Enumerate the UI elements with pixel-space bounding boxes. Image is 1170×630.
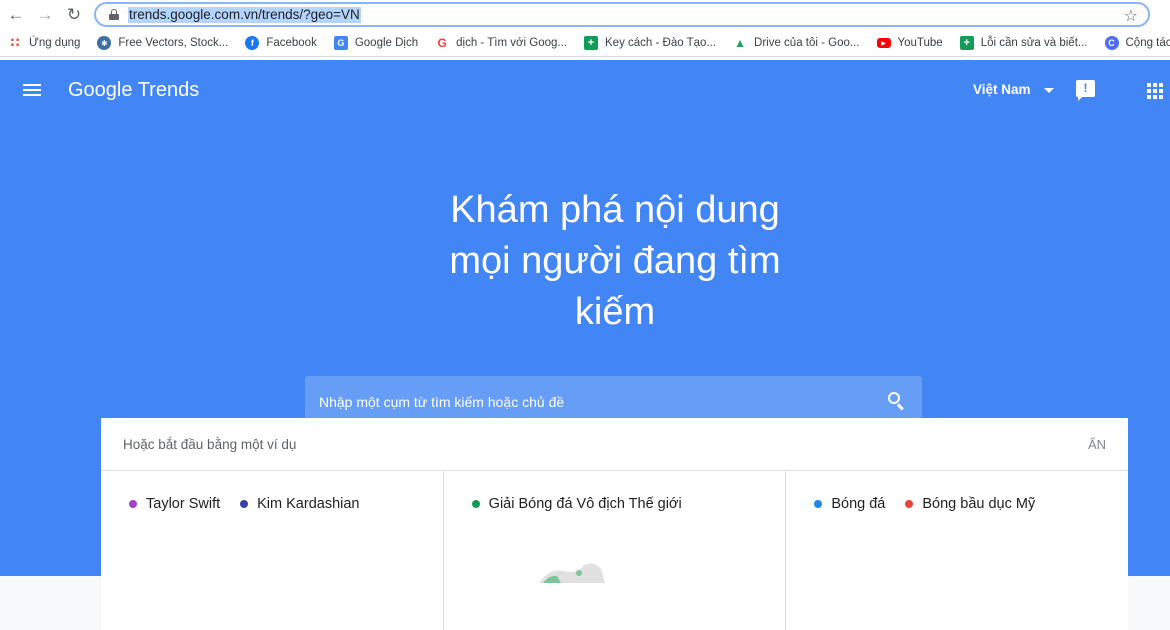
drive-icon: ▲ <box>734 36 746 50</box>
examples-panel: Hoặc bắt đầu bằng một ví dụ ẨN Taylor Sw… <box>101 418 1128 630</box>
bookmark-label: Free Vectors, Stock... <box>118 37 229 49</box>
bookmark-star-icon[interactable]: ☆ <box>1124 6 1138 26</box>
reload-icon[interactable]: ↻ <box>62 3 86 27</box>
bookmark-label: Cộng tác & tạo th <box>1125 37 1170 49</box>
google-translate-icon: G <box>333 36 348 50</box>
example-term-label: Bóng bầu dục Mỹ <box>922 496 1036 512</box>
browser-toolbar: ← → ↻ trends.google.com.vn/trends/?geo=V… <box>0 0 1170 30</box>
bookmark-label: YouTube <box>897 37 943 49</box>
hero-line-2: mọi người đang tìm <box>449 240 781 282</box>
bookmark-label: Drive của tôi - Goo... <box>754 37 860 49</box>
bookmark-item[interactable]: f Facebook <box>245 36 317 50</box>
country-selector[interactable]: Việt Nam <box>973 82 1054 97</box>
facebook-icon: f <box>245 36 260 50</box>
hero-line-1: Khám phá nội dung <box>450 189 780 231</box>
browser-menu-icon[interactable]: ⋮ <box>1164 4 1170 22</box>
series-dot-icon <box>129 500 137 508</box>
series-dot-icon <box>905 500 914 508</box>
bookmark-item[interactable]: ∷ Ứng dụng <box>8 35 81 50</box>
apps-grid-icon: ∷ <box>10 35 20 50</box>
world-map-preview <box>538 563 605 583</box>
country-label: Việt Nam <box>973 82 1031 97</box>
hero-heading: Khám phá nội dung mọi người đang tìm kiế… <box>385 185 845 338</box>
example-cards: Taylor Swift Kim Kardashian Giải Bóng đá V… <box>101 471 1128 630</box>
example-term-label: Kim Kardashian <box>257 496 360 512</box>
example-term: Bóng bầu dục Mỹ <box>905 496 1035 512</box>
bookmark-item[interactable]: + Key cách - Đào Tạo... <box>584 36 716 50</box>
example-term-label: Bóng đá <box>831 496 886 512</box>
bookmark-item[interactable]: + Lỗi cần sửa và biết... <box>959 36 1088 50</box>
logo-trends: Trends <box>137 79 200 101</box>
example-terms: Taylor Swift Kim Kardashian <box>129 496 443 512</box>
series-dot-icon <box>240 500 249 508</box>
example-term-label: Taylor Swift <box>146 496 221 512</box>
example-terms: Giải Bóng đá Vô địch Thế giới <box>471 496 786 512</box>
address-bar[interactable]: trends.google.com.vn/trends/?geo=VN ☆ <box>94 2 1150 27</box>
logo-google: Google <box>68 79 133 101</box>
bookmark-item[interactable]: C Cộng tác & tạo th <box>1104 36 1170 50</box>
bookmark-item[interactable]: Gdịch - Tìm với Goog... <box>435 36 567 50</box>
search-icon[interactable] <box>888 392 906 411</box>
examples-heading: Hoặc bắt đầu bằng một ví dụ <box>123 436 297 452</box>
example-term: Taylor Swift <box>129 496 220 512</box>
bookmark-label: Lỗi cần sửa và biết... <box>980 37 1088 49</box>
bookmark-item[interactable]: ✱ Free Vectors, Stock... <box>97 36 228 50</box>
forward-arrow-icon[interactable]: → <box>33 3 57 27</box>
hamburger-menu-icon[interactable] <box>23 84 41 96</box>
hide-button[interactable]: ẨN <box>1088 437 1106 452</box>
example-terms: Bóng đá Bóng bầu dục Mỹ <box>814 496 1128 512</box>
examples-header: Hoặc bắt đầu bằng một ví dụ ẨN <box>101 418 1128 471</box>
google-apps-icon[interactable] <box>1147 83 1163 99</box>
bookmark-item[interactable]: G Google Dịch <box>333 36 419 50</box>
dropdown-caret-icon <box>1043 88 1054 93</box>
example-card[interactable]: Taylor Swift Kim Kardashian <box>101 471 444 630</box>
youtube-icon: ▶ <box>876 38 891 48</box>
example-card[interactable]: Giải Bóng đá Vô địch Thế giới <box>444 471 787 630</box>
lock-icon[interactable] <box>109 9 119 20</box>
back-arrow-icon[interactable]: ← <box>4 3 28 27</box>
example-term: Kim Kardashian <box>240 496 360 512</box>
bookmark-label: Key cách - Đào Tạo... <box>605 37 717 49</box>
bookmark-item[interactable]: ▶ YouTube <box>876 37 943 49</box>
example-term: Bóng đá <box>814 496 885 512</box>
sheets-icon: + <box>584 36 599 50</box>
bookmark-label: dịch - Tìm với Goog... <box>456 37 568 49</box>
example-term-label: Giải Bóng đá Vô địch Thế giới <box>488 496 682 512</box>
example-card[interactable]: Bóng đá Bóng bầu dục Mỹ <box>786 471 1128 630</box>
bookmarks-bar: ∷ Ứng dụng ✱ Free Vectors, Stock... f Faceboo… <box>0 30 1170 57</box>
bookmark-label: Google Dịch <box>354 37 419 49</box>
url-text[interactable]: trends.google.com.vn/trends/?geo=VN <box>128 6 361 23</box>
series-dot-icon <box>471 500 480 508</box>
freepik-icon: ✱ <box>97 36 112 50</box>
google-icon: G <box>437 36 447 50</box>
google-trends-logo[interactable]: Google Trends <box>68 79 199 102</box>
bookmark-label: Facebook <box>266 37 317 49</box>
sheets-icon: + <box>959 36 974 50</box>
feedback-icon[interactable]: ! <box>1076 80 1095 101</box>
canva-icon: C <box>1104 36 1119 50</box>
example-term: Giải Bóng đá Vô địch Thế giới <box>471 496 682 512</box>
hero-line-3: kiếm <box>574 291 656 333</box>
search-input[interactable] <box>319 393 859 410</box>
bookmark-label: Ứng dụng <box>29 37 81 49</box>
series-dot-icon <box>814 500 823 508</box>
bookmark-item[interactable]: ▲ Drive của tôi - Goo... <box>733 36 859 50</box>
